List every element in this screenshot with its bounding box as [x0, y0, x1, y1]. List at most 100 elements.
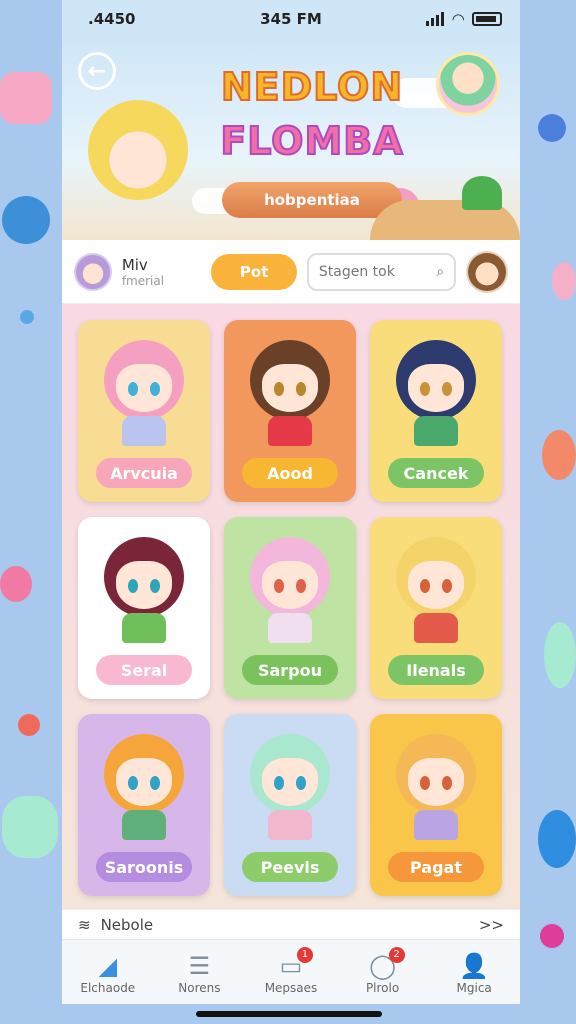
bg-dot: [540, 924, 564, 948]
character-eye: [420, 382, 430, 396]
notification-badge: 2: [388, 946, 405, 963]
character-name-button[interactable]: Pagat: [388, 852, 484, 882]
tab-2[interactable]: ☰ Norens: [159, 951, 239, 995]
notification-badge: 1: [296, 946, 313, 963]
character-eye: [150, 382, 160, 396]
tab-1[interactable]: ◢ Elchaode: [68, 951, 148, 995]
character-card[interactable]: Cancek: [370, 320, 502, 502]
phone-screen: .4450 345 FM ◠ ← NEDLON FLOMBA hobpentia…: [62, 0, 520, 1004]
wifi-icon: ◠: [452, 10, 464, 28]
chat-bubble-icon: ◯: [369, 951, 396, 980]
bg-heart-pink: [552, 262, 576, 300]
hero-banner: ← NEDLON FLOMBA hobpentiaa: [62, 38, 520, 240]
character-outfit: [122, 810, 166, 840]
character-eye: [150, 776, 160, 790]
news-bar[interactable]: ≋ Nebole >>: [62, 909, 520, 939]
character-card[interactable]: Seral: [78, 517, 210, 699]
bg-ball-orange: [542, 430, 576, 480]
character-card[interactable]: Aood: [224, 320, 356, 502]
character-outfit: [414, 416, 458, 446]
news-more[interactable]: >>: [479, 916, 504, 934]
character-outfit: [122, 416, 166, 446]
character-face: [262, 758, 318, 806]
status-bar: .4450 345 FM ◠: [62, 0, 520, 38]
character-outfit: [268, 810, 312, 840]
friend-avatar[interactable]: [466, 250, 509, 293]
search-icon: ⌕: [436, 263, 445, 280]
character-face: [408, 561, 464, 609]
character-eye: [296, 382, 306, 396]
bg-ball-blue: [2, 196, 50, 244]
hero-character-cat-girl: [88, 100, 188, 200]
character-face: [262, 364, 318, 412]
post-button[interactable]: Pot: [211, 253, 297, 290]
tab-label: Norens: [178, 980, 221, 995]
character-face: [116, 561, 172, 609]
character-name-button[interactable]: Ilenals: [388, 655, 484, 685]
bg-dot: [20, 310, 34, 324]
back-button[interactable]: ←: [78, 52, 116, 90]
character-name-button[interactable]: Arvcuia: [96, 458, 192, 488]
character-eye: [420, 776, 430, 790]
signal-icon: [426, 12, 445, 26]
bg-heart-pink: [0, 72, 52, 124]
hero-title-line2: FLOMBA: [219, 118, 404, 164]
character-name-button[interactable]: Seral: [96, 655, 192, 685]
tab-label: Elchaode: [80, 980, 136, 995]
character-eye: [128, 776, 138, 790]
bg-blob-mint: [544, 622, 576, 688]
bg-blob-mint: [2, 796, 58, 858]
character-face: [116, 364, 172, 412]
character-outfit: [414, 810, 458, 840]
character-card[interactable]: Pagat: [370, 714, 502, 896]
user-subtitle: fmerial: [121, 273, 165, 288]
user-icon: 👤: [459, 951, 490, 980]
character-card[interactable]: Ilenals: [370, 517, 502, 699]
hero-title-line1: NEDLON: [220, 64, 404, 110]
character-face: [408, 364, 464, 412]
user-name: Miv: [121, 255, 148, 274]
search-placeholder: Stagen tok: [318, 263, 395, 280]
character-eye: [420, 579, 430, 593]
character-eye: [150, 579, 160, 593]
search-input[interactable]: Stagen tok ⌕: [306, 252, 457, 291]
character-name-button[interactable]: Cancek: [388, 458, 484, 488]
character-eye: [274, 776, 284, 790]
tab-label: Mgica: [456, 980, 492, 995]
list-icon: ☰: [188, 951, 211, 980]
user-avatar[interactable]: [74, 252, 112, 291]
character-eye: [442, 579, 452, 593]
paper-plane-icon: ◢: [98, 951, 118, 980]
character-eye: [128, 579, 138, 593]
hero-tag-button[interactable]: hobpentiaa: [222, 182, 402, 218]
bg-ball-pink: [0, 566, 32, 602]
user-info: Miv fmerial: [122, 256, 202, 288]
bg-dot: [18, 714, 40, 736]
arrow-left-icon: ←: [87, 58, 107, 84]
character-name-button[interactable]: Saroonis: [96, 852, 192, 882]
character-card[interactable]: Saroonis: [78, 714, 210, 896]
character-name-button[interactable]: Aood: [242, 458, 338, 488]
character-face: [116, 758, 172, 806]
character-card[interactable]: Arvcuia: [78, 320, 210, 502]
tab-4[interactable]: ◯ 2 Plrolo: [343, 946, 423, 995]
character-name-button[interactable]: Sarpou: [242, 655, 338, 685]
palm-tree-decoration: [462, 176, 502, 210]
character-eye: [442, 382, 452, 396]
character-eye: [296, 579, 306, 593]
character-card[interactable]: Sarpou: [224, 517, 356, 699]
character-face: [408, 758, 464, 806]
tab-3[interactable]: ▭ 1 Mepsaes: [251, 946, 331, 995]
hero-avatar[interactable]: [436, 52, 500, 116]
tab-5[interactable]: 👤 Mgica: [434, 951, 514, 995]
character-name-button[interactable]: Peevls: [242, 852, 338, 882]
character-card[interactable]: Peevls: [224, 714, 356, 896]
profile-toolbar: Miv fmerial Pot Stagen tok ⌕: [62, 240, 520, 304]
status-icons: ◠: [426, 10, 502, 28]
character-eye: [274, 382, 284, 396]
bg-ball-blue: [538, 114, 566, 142]
character-face: [262, 561, 318, 609]
battery-icon: [472, 12, 502, 26]
tab-bar: ◢ Elchaode ☰ Norens ▭ 1 Mepsaes ◯ 2 Plrolo 👤 Mgica: [62, 939, 520, 1004]
character-eye: [274, 579, 284, 593]
